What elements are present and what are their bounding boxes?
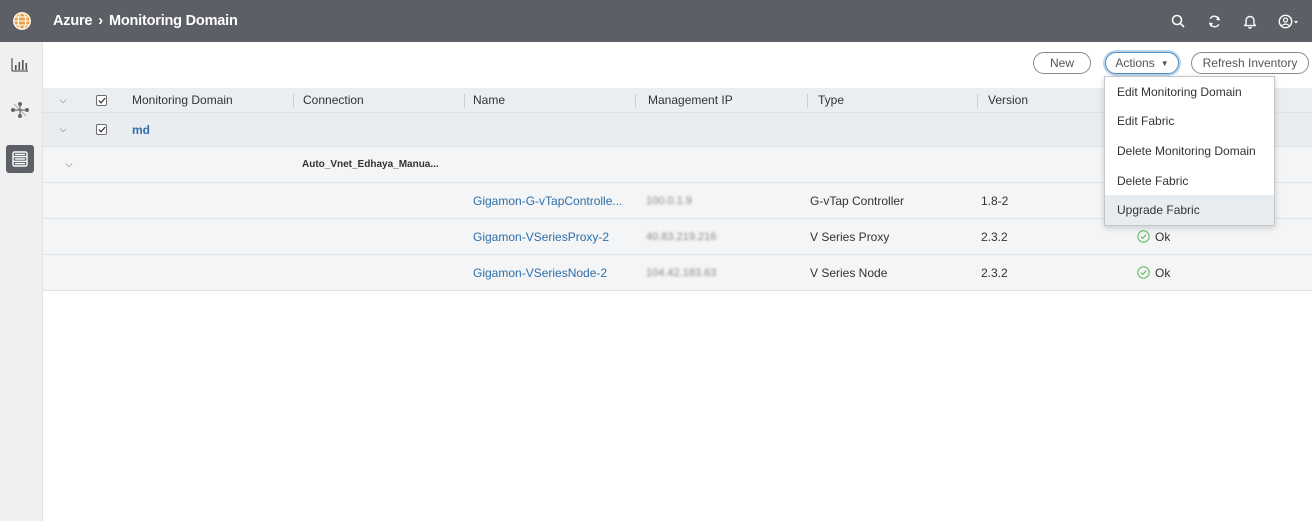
row-checkbox[interactable] — [96, 113, 107, 146]
expand-toggle[interactable]: ⌵ — [57, 113, 69, 146]
header-type[interactable]: Type — [818, 88, 844, 112]
new-button[interactable]: New — [1033, 52, 1091, 74]
menu-item-delete-monitoring-domain[interactable]: Delete Monitoring Domain — [1105, 136, 1274, 166]
caret-down-icon: ▼ — [1160, 58, 1169, 68]
search-icon[interactable] — [1170, 13, 1186, 29]
management-ip: 104.42.183.63 — [646, 266, 717, 279]
menu-item-edit-fabric[interactable]: Edit Fabric — [1105, 107, 1274, 137]
actions-menu: Edit Monitoring Domain Edit Fabric Delet… — [1104, 76, 1275, 226]
logo[interactable] — [0, 0, 43, 42]
refresh-inventory-button[interactable]: Refresh Inventory — [1191, 52, 1309, 74]
collapse-all-toggle[interactable]: ⌵ — [57, 88, 69, 112]
status-text: Ok — [1155, 265, 1171, 280]
globe-icon — [12, 12, 31, 30]
menu-item-delete-fabric[interactable]: Delete Fabric — [1105, 166, 1274, 196]
instance-name-link[interactable]: Gigamon-VSeriesProxy-2 — [473, 219, 609, 254]
connection-name[interactable]: Auto_Vnet_Edhaya_Manua... — [302, 147, 439, 182]
actions-button-label: Actions — [1115, 56, 1155, 70]
menu-item-edit-monitoring-domain[interactable]: Edit Monitoring Domain — [1105, 77, 1274, 107]
instance-type: G-vTap Controller — [810, 193, 905, 208]
column-divider[interactable] — [464, 94, 465, 108]
new-button-label: New — [1049, 56, 1074, 70]
management-ip: 100.0.1.9 — [646, 194, 692, 207]
header-name[interactable]: Name — [473, 88, 505, 112]
instance-type: V Series Proxy — [810, 229, 890, 244]
actions-button[interactable]: Actions ▼ — [1105, 52, 1179, 74]
check-circle-icon — [1137, 230, 1150, 243]
column-divider[interactable] — [807, 94, 808, 108]
inventory-icon[interactable] — [6, 145, 34, 173]
column-divider[interactable] — [635, 94, 636, 108]
refresh-inventory-label: Refresh Inventory — [1202, 56, 1298, 70]
expand-toggle[interactable]: ⌵ — [63, 147, 75, 182]
instance-name-link[interactable]: Gigamon-VSeriesNode-2 — [473, 255, 607, 290]
checkbox-checked-icon — [96, 124, 107, 135]
select-all-checkbox[interactable] — [96, 88, 107, 112]
checkbox-checked-icon — [96, 94, 107, 106]
table-row[interactable]: Gigamon-VSeriesNode-2 104.42.183.63 V Se… — [43, 255, 1312, 291]
dashboard-icon[interactable] — [6, 50, 34, 78]
bell-icon[interactable] — [1242, 13, 1258, 29]
side-rail — [0, 42, 43, 521]
management-ip: 40.83.219.216 — [646, 230, 717, 243]
header-management-ip[interactable]: Management IP — [648, 88, 733, 112]
column-divider[interactable] — [293, 94, 294, 108]
instance-version: 2.3.2 — [981, 265, 1008, 280]
top-icons — [1170, 0, 1300, 42]
check-circle-icon — [1137, 266, 1150, 279]
monitoring-domain-name[interactable]: md — [132, 113, 150, 146]
breadcrumb-parent[interactable]: Azure — [53, 13, 92, 29]
refresh-icon[interactable] — [1206, 13, 1222, 29]
instance-version: 1.8-2 — [981, 193, 1009, 208]
page-title: Monitoring Domain — [108, 13, 238, 29]
chevron-down-icon: ⌵ — [59, 94, 67, 105]
status-text: Ok — [1155, 229, 1171, 244]
header-monitoring-domain[interactable]: Monitoring Domain — [132, 88, 233, 112]
user-icon[interactable] — [1278, 13, 1300, 29]
chevron-down-icon: ⌵ — [65, 159, 73, 169]
menu-item-upgrade-fabric[interactable]: Upgrade Fabric — [1105, 195, 1274, 225]
top-bar: Azure › Monitoring Domain — [0, 0, 1312, 42]
instance-name-link[interactable]: Gigamon-G-vTapControlle... — [473, 183, 622, 218]
header-version[interactable]: Version — [988, 88, 1028, 112]
topology-icon[interactable] — [6, 96, 34, 124]
breadcrumb-separator: › — [98, 13, 103, 29]
instance-version: 2.3.2 — [981, 229, 1008, 244]
chevron-down-icon: ⌵ — [59, 124, 67, 134]
status-badge: Ok — [1137, 255, 1170, 290]
header-connection[interactable]: Connection — [303, 88, 364, 112]
column-divider[interactable] — [977, 94, 978, 108]
breadcrumb: Azure › Monitoring Domain — [53, 0, 238, 42]
instance-type: V Series Node — [810, 265, 888, 280]
